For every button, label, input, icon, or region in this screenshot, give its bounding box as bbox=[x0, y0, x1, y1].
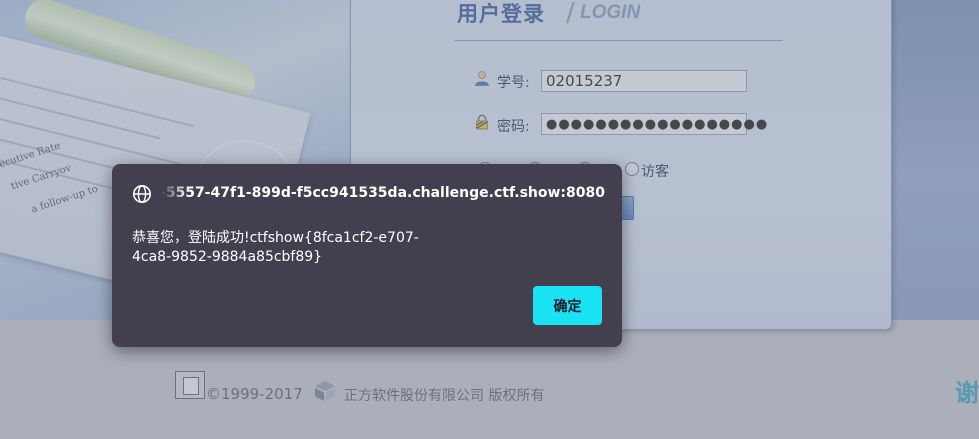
ok-button[interactable]: 确定 bbox=[533, 286, 602, 325]
dialog-message: 恭喜您，登陆成功!ctfshow{8fca1cf2-e707-4ca8-9852… bbox=[132, 230, 419, 265]
alert-dialog: e8-5557-47f1-899d-f5cc941535da.challenge… bbox=[112, 164, 622, 347]
globe-icon bbox=[133, 185, 151, 203]
origin-fade bbox=[158, 184, 188, 206]
screen: ecutive Rate tive Carryov a follow-up to… bbox=[0, 0, 979, 439]
dialog-origin: e8-5557-47f1-899d-f5cc941535da.challenge… bbox=[160, 185, 605, 201]
